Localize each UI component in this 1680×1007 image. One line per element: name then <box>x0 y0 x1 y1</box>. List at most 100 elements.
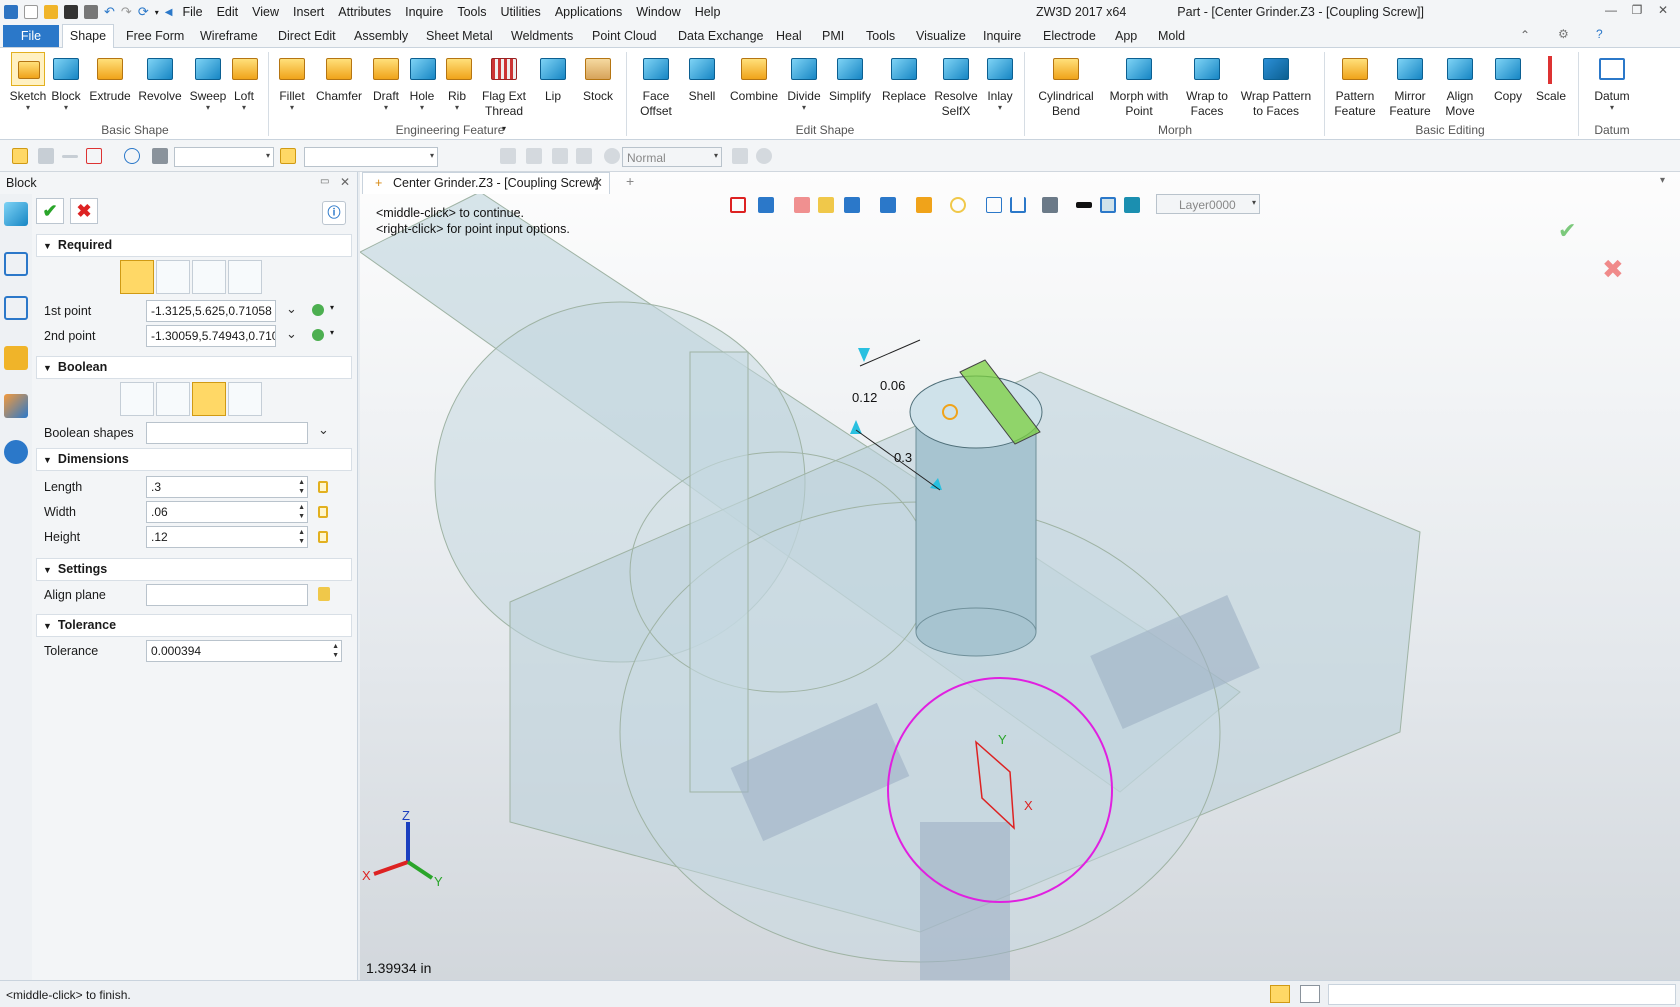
tab-point-cloud[interactable]: Point Cloud <box>592 27 657 45</box>
cancel-button[interactable]: ✖ <box>70 198 98 224</box>
hole-button[interactable]: Hole ▾ <box>406 52 438 112</box>
cylindrical-bend-button[interactable]: Cylindrical Bend <box>1034 52 1098 119</box>
length-spinner-icon[interactable]: ▲ ▼ <box>298 478 305 496</box>
refresh-icon[interactable]: ⟳ <box>138 4 149 20</box>
menu-inquire[interactable]: Inquire <box>405 5 443 19</box>
zoom-fit-icon[interactable] <box>986 197 1002 213</box>
distribute-icon[interactable] <box>526 148 542 164</box>
new-file-icon[interactable] <box>24 5 38 19</box>
replace-button[interactable]: Replace <box>880 52 928 104</box>
status-list-icon[interactable] <box>1300 985 1320 1003</box>
ok-button[interactable]: ✔ <box>36 198 64 224</box>
render-style-icon[interactable] <box>916 197 932 213</box>
pin-icon[interactable] <box>576 148 592 164</box>
face-offset-button[interactable]: Face Offset <box>634 52 678 119</box>
viewport-cancel-icon[interactable]: ✖ <box>1602 254 1624 285</box>
copy-button[interactable]: Copy <box>1488 52 1528 104</box>
block-type-2-points-icon[interactable] <box>120 260 154 294</box>
menu-help[interactable]: Help <box>695 5 721 19</box>
mirror-feature-button[interactable]: Mirror Feature <box>1384 52 1436 119</box>
document-tab[interactable]: + Center Grinder.Z3 - [Coupling Screw] ✕ <box>362 172 610 194</box>
quick-access-dropdown-icon[interactable]: ▾ <box>155 8 159 17</box>
print-icon[interactable] <box>84 5 98 19</box>
assembly-tree-icon[interactable] <box>4 296 28 320</box>
restore-icon[interactable]: ❐ <box>1624 3 1650 17</box>
section-settings[interactable]: ▼ Settings <box>36 558 352 581</box>
tab-pmi[interactable]: PMI <box>822 27 844 45</box>
tab-tools[interactable]: Tools <box>866 27 895 45</box>
document-tab-pin-icon[interactable]: + <box>375 173 382 193</box>
tab-inquire[interactable]: Inquire <box>983 27 1021 45</box>
menu-edit[interactable]: Edit <box>217 5 239 19</box>
tab-app[interactable]: App <box>1115 27 1137 45</box>
wrap-pattern-button[interactable]: Wrap Pattern to Faces <box>1236 52 1316 119</box>
lip-button[interactable]: Lip <box>536 52 570 104</box>
block-type-center-icon[interactable] <box>156 260 190 294</box>
model-view[interactable]: 0.06 0.12 0.3 X Y Z X Y <box>360 172 1680 980</box>
width-lock-icon[interactable] <box>318 506 328 518</box>
user-icon[interactable] <box>4 440 28 464</box>
block-type-3-points-icon[interactable] <box>192 260 226 294</box>
scale-button[interactable]: Scale <box>1532 52 1570 104</box>
section-tolerance[interactable]: ▼ Tolerance <box>36 614 352 637</box>
visual-styles-icon[interactable] <box>4 394 28 418</box>
height-spinner-icon[interactable]: ▲ ▼ <box>298 528 305 546</box>
smart-pick-icon[interactable] <box>280 148 296 164</box>
second-point-options-icon[interactable]: ⌄ <box>286 326 297 342</box>
tolerance-spinner-icon[interactable]: ▲ ▼ <box>332 642 339 660</box>
cursor-pick-icon[interactable] <box>732 148 748 164</box>
tab-sheet-metal[interactable]: Sheet Metal <box>426 27 493 45</box>
pick-remove-icon[interactable] <box>62 155 78 158</box>
width-spinner-icon[interactable]: ▲ ▼ <box>298 503 305 521</box>
help-icon[interactable]: ? <box>1596 27 1603 41</box>
second-point-input[interactable]: -1.30059,5.74943,0.71058 <box>146 325 276 347</box>
view-orient-icon[interactable] <box>758 197 774 213</box>
height-input[interactable]: .12 ▲ ▼ <box>146 526 308 548</box>
resolve-selfx-button[interactable]: Resolve SelfX <box>932 52 980 119</box>
section-dimensions[interactable]: ▼ Dimensions <box>36 448 352 471</box>
layer-manager-icon[interactable] <box>1124 197 1140 213</box>
simplify-button[interactable]: Simplify <box>826 52 874 104</box>
close-window-icon[interactable]: ✕ <box>1650 3 1676 17</box>
align-plane-input[interactable] <box>146 584 308 606</box>
minimize-icon[interactable]: — <box>1598 3 1624 17</box>
sweep-button[interactable]: Sweep ▾ <box>188 52 228 112</box>
boolean-shapes-input[interactable] <box>146 422 308 444</box>
tab-heal[interactable]: Heal <box>776 27 802 45</box>
resource-icon[interactable] <box>4 346 28 370</box>
divide-button[interactable]: Divide ▾ <box>784 52 824 112</box>
view-cube-icon[interactable] <box>844 197 860 213</box>
menu-file[interactable]: File <box>182 5 202 19</box>
extrude-button[interactable]: Extrude <box>88 52 132 104</box>
first-point-input[interactable]: -1.3125,5.625,0.71058 <box>146 300 276 322</box>
stock-button[interactable]: Stock <box>578 52 618 104</box>
first-point-options-icon[interactable]: ⌄ <box>286 301 297 317</box>
pick-mode-combo[interactable]: ▾ <box>304 147 438 167</box>
menu-utilities[interactable]: Utilities <box>501 5 541 19</box>
collapse-ribbon-icon[interactable]: ⌃ <box>1520 28 1530 42</box>
display-mode-icon[interactable] <box>880 197 896 213</box>
dimension-height-label[interactable]: 0.12 <box>852 390 877 405</box>
snap-icon[interactable] <box>552 148 568 164</box>
morph-with-point-button[interactable]: Morph with Point <box>1104 52 1174 119</box>
boolean-intersect-icon[interactable] <box>228 382 262 416</box>
datum-button[interactable]: Datum ▾ <box>1588 52 1636 112</box>
exit-icon[interactable] <box>730 197 746 213</box>
dimension-width-label[interactable]: 0.06 <box>880 378 905 393</box>
tab-free-form[interactable]: Free Form <box>126 27 184 45</box>
length-lock-icon[interactable] <box>318 481 328 493</box>
tab-list-icon[interactable]: ▾ <box>1660 175 1665 186</box>
panel-pin-icon[interactable]: ▭ <box>320 176 329 187</box>
pick-add-icon[interactable] <box>38 148 54 164</box>
second-point-pick-icon[interactable] <box>312 329 324 341</box>
sketch-button[interactable]: Sketch ▾ <box>6 52 50 112</box>
select-pointer-icon[interactable] <box>12 148 28 164</box>
graphics-viewport[interactable]: 0.06 0.12 0.3 X Y Z X Y <middle-click> t… <box>360 172 1680 980</box>
line-style-icon[interactable] <box>1076 202 1092 208</box>
wrap-to-faces-button[interactable]: Wrap to Faces <box>1180 52 1234 119</box>
dimension-handle-icon[interactable] <box>858 348 870 362</box>
boolean-remove-icon[interactable] <box>192 382 226 416</box>
app-logo-icon[interactable] <box>4 5 18 19</box>
boolean-add-icon[interactable] <box>156 382 190 416</box>
lighting-icon[interactable] <box>950 197 966 213</box>
